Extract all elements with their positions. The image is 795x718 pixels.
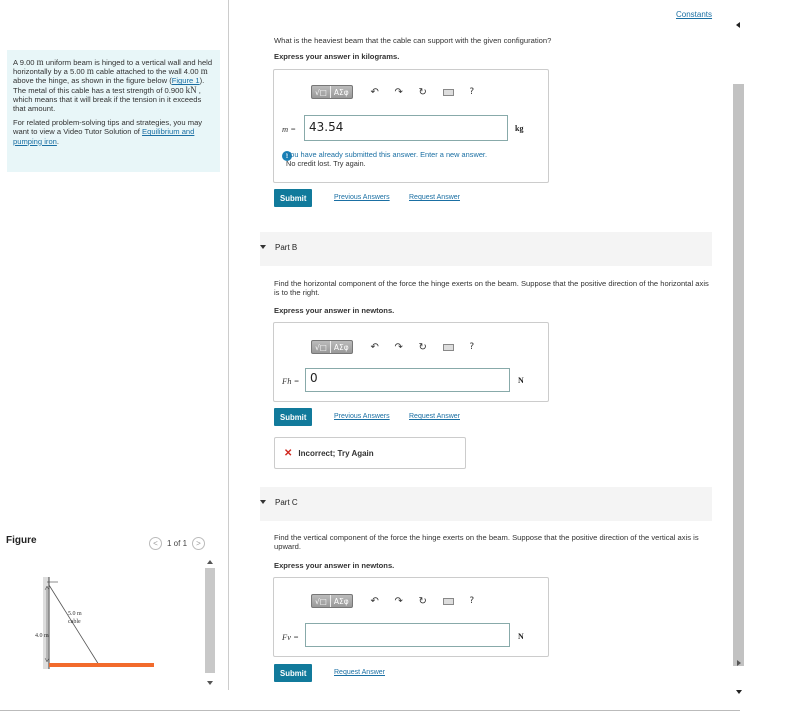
part-b-header[interactable]: Part B [260,232,712,266]
wall-height-label: 4.0 m [35,633,49,639]
part-c-toolbar: √□ ΑΣφ ↶ ↷ ↻ ? [311,592,478,610]
problem-text: A 9.00 m uniform beam is hinged to a ver… [13,57,213,114]
prev-figure-button[interactable]: < [149,537,162,550]
part-b-question: Find the horizontal component of the for… [274,279,709,297]
cable-word-label: cable [68,619,81,625]
cable-length-label: 5.0 m [68,611,82,617]
part-b-toolbar: √□ ΑΣφ ↶ ↷ ↻ ? [311,338,478,356]
part-a-question: What is the heaviest beam that the cable… [274,36,552,45]
reset-icon[interactable]: ↻ [417,85,429,99]
part-b-unit: N [518,376,524,385]
part-a-notice: You have already submitted this answer. … [286,150,488,168]
undo-icon[interactable]: ↶ [369,85,381,99]
part-c-instruction: Express your answer in newtons. [274,561,395,570]
figure-heading: Figure [6,535,37,546]
part-a-request-answer-link[interactable]: Request Answer [409,194,460,201]
math-palette: √□ ΑΣφ [311,85,353,99]
part-b-previous-answers-link[interactable]: Previous Answers [334,413,390,420]
math-palette: √□ ΑΣφ [311,340,353,354]
bottom-border [0,710,740,711]
scroll-down-icon[interactable] [207,681,213,685]
help-icon[interactable]: ? [466,594,478,608]
part-c-variable: Fv = [282,632,299,642]
reset-icon[interactable]: ↻ [417,340,429,354]
feedback-text: Incorrect; Try Again [298,448,374,458]
part-c-header[interactable]: Part C [260,487,712,521]
scroll-up-icon[interactable] [207,560,213,564]
incorrect-icon: ✕ [284,447,293,459]
problem-statement: A 9.00 m uniform beam is hinged to a ver… [7,50,220,172]
figure-scroll-track[interactable] [205,568,215,673]
keyboard-icon[interactable] [442,343,454,351]
templates-button[interactable]: √□ [312,86,330,98]
scroll-down-icon[interactable] [736,690,742,694]
beam-figure: 5.0 m cable 4.0 m [35,575,160,675]
help-icon[interactable]: ? [466,340,478,354]
part-b-feedback: ✕ Incorrect; Try Again [274,437,466,469]
math-palette: √□ ΑΣφ [311,594,353,608]
keyboard-icon[interactable] [442,88,454,96]
reset-icon[interactable]: ↻ [417,594,429,608]
part-b-answer-input[interactable]: 0 [305,368,510,392]
next-figure-button[interactable]: > [192,537,206,550]
help-icon[interactable]: ? [466,85,478,99]
collapse-icon[interactable] [260,245,266,249]
part-c-question: Find the vertical component of the force… [274,533,699,551]
templates-button[interactable]: √□ [312,595,330,607]
greek-button[interactable]: ΑΣφ [329,86,352,98]
beam [49,663,154,667]
undo-icon[interactable]: ↶ [369,594,381,608]
pane-divider [228,0,229,690]
greek-button[interactable]: ΑΣφ [329,341,352,353]
part-c-request-answer-link[interactable]: Request Answer [334,669,385,676]
constants-link[interactable]: Constants [676,10,712,19]
part-b-submit-button[interactable]: Submit [274,408,313,426]
redo-icon[interactable]: ↷ [393,340,405,354]
part-a-submit-button[interactable]: Submit [274,189,313,207]
part-a-unit: kg [515,124,524,133]
redo-icon[interactable]: ↷ [393,594,405,608]
undo-icon[interactable]: ↶ [369,340,381,354]
collapse-icon[interactable] [260,500,266,504]
part-a-previous-answers-link[interactable]: Previous Answers [334,194,390,201]
part-b-request-answer-link[interactable]: Request Answer [409,413,460,420]
part-a-answer-input[interactable]: 43.54 [304,115,508,141]
keyboard-icon[interactable] [442,597,454,605]
templates-button[interactable]: √□ [312,341,330,353]
part-c-answer-input[interactable] [305,623,510,647]
part-a-toolbar: √□ ΑΣφ ↶ ↷ ↻ ? [311,83,478,101]
redo-icon[interactable]: ↷ [393,85,405,99]
part-a-variable: m = [282,124,296,134]
figure-pager: < 1 of 1 > [149,537,206,550]
scroll-right-icon[interactable] [737,660,741,666]
page-scrollbar[interactable] [733,22,744,694]
part-c-unit: N [518,632,524,641]
greek-button[interactable]: ΑΣφ [329,595,352,607]
part-b-instruction: Express your answer in newtons. [274,306,395,315]
figure-scrollbar[interactable] [204,560,216,685]
tips-text: For related problem-solving tips and str… [13,118,203,146]
part-a-instruction: Express your answer in kilograms. [274,52,400,61]
scroll-thumb[interactable] [733,84,744,666]
scroll-left-icon[interactable] [736,22,740,28]
part-b-variable: Fh = [282,376,300,386]
part-c-submit-button[interactable]: Submit [274,664,313,682]
figure-page-count: 1 of 1 [167,539,188,548]
